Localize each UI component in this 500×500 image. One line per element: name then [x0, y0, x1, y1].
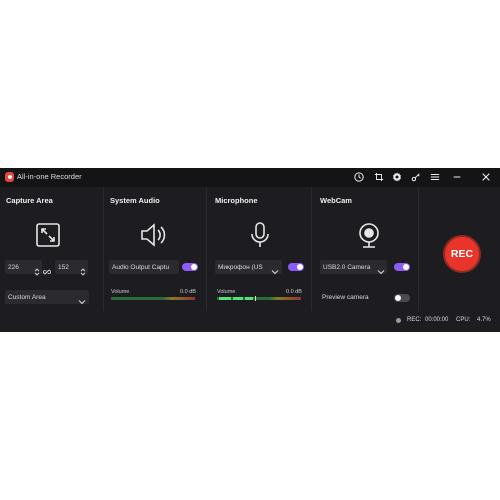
system-audio-volume-meter[interactable] [111, 297, 195, 300]
system-audio-device-value: Audio Output Captu [112, 263, 170, 271]
aspect-lock-icon[interactable] [43, 263, 53, 275]
microphone-icon[interactable] [245, 220, 271, 247]
microphone-toggle[interactable] [288, 263, 304, 271]
system-audio-volume-label: Volume [111, 289, 130, 295]
microphone-peak-marker [255, 296, 256, 301]
gear-icon[interactable] [391, 171, 403, 183]
speaker-icon[interactable] [138, 220, 166, 247]
preview-camera-toggle[interactable] [394, 294, 410, 302]
width-stepper-icon[interactable] [33, 263, 41, 276]
preview-camera-label: Preview camera [322, 294, 369, 301]
microphone-level-segment [233, 297, 243, 300]
chevron-down-icon[interactable] [271, 263, 279, 275]
toggle-knob [191, 264, 197, 270]
toggle-knob [395, 295, 401, 301]
microphone-volume-label: Volume [217, 289, 236, 295]
system-audio-device-select[interactable]: Audio Output Captu [109, 260, 179, 274]
menu-icon[interactable] [429, 171, 441, 183]
app-title: All-in-one Recorder [17, 172, 82, 181]
system-audio-toggle[interactable] [182, 263, 198, 271]
height-stepper-icon[interactable] [79, 263, 87, 276]
cpu-value: 4.7% [477, 317, 491, 323]
clock-icon[interactable] [353, 171, 365, 183]
system-audio-volume-value: 0.0 dB [180, 289, 196, 295]
capture-mode-select[interactable]: Custom Area [5, 290, 89, 304]
close-icon[interactable] [480, 171, 492, 183]
cpu-label: CPU: [456, 317, 471, 323]
microphone-panel: Microphone Микрофон (US Volume 0.0 dB [207, 187, 312, 311]
app-logo-icon [5, 172, 14, 182]
microphone-device-value: Микрофон (US [218, 263, 263, 271]
webcam-icon[interactable] [354, 220, 380, 248]
toggle-knob [297, 264, 303, 270]
webcam-panel: WebCam USB2.0 Camera Preview camera [312, 187, 419, 311]
fullscreen-icon[interactable] [33, 220, 61, 248]
capture-area-panel: Capture Area 226 152 Custom Area [0, 187, 104, 311]
capture-mode-value: Custom Area [8, 293, 46, 301]
microphone-title: Microphone [215, 196, 258, 205]
microphone-level-segment [245, 297, 253, 300]
capture-area-title: Capture Area [6, 196, 53, 205]
rec-status-dot-icon [396, 318, 401, 323]
record-button-label: REC [450, 248, 474, 260]
toggle-knob [403, 264, 409, 270]
crop-icon[interactable] [373, 171, 385, 183]
status-bar: REC: 00:00:00 CPU: 4.7% [0, 311, 500, 332]
record-button[interactable]: REC [443, 235, 481, 273]
chevron-down-icon[interactable] [377, 263, 385, 275]
webcam-toggle[interactable] [394, 263, 410, 271]
chevron-down-icon[interactable] [78, 293, 86, 305]
key-icon[interactable] [410, 171, 422, 183]
rec-time-value: 00:00:00 [425, 317, 449, 323]
microphone-volume-value: 0.0 dB [286, 289, 302, 295]
system-audio-panel: System Audio Audio Output Captu Volume 0… [104, 187, 207, 311]
system-audio-title: System Audio [110, 196, 160, 205]
capture-height-value: 152 [58, 263, 69, 271]
recorder-window: All-in-one Recorder Capture Area 226 152… [0, 168, 500, 332]
rec-time-label: REC: [407, 317, 422, 323]
title-bar: All-in-one Recorder [0, 168, 500, 187]
webcam-title: WebCam [320, 196, 352, 205]
microphone-level-segment [219, 297, 231, 300]
capture-width-value: 226 [8, 263, 19, 271]
minimize-icon[interactable] [451, 171, 463, 183]
webcam-device-value: USB2.0 Camera [323, 263, 371, 271]
